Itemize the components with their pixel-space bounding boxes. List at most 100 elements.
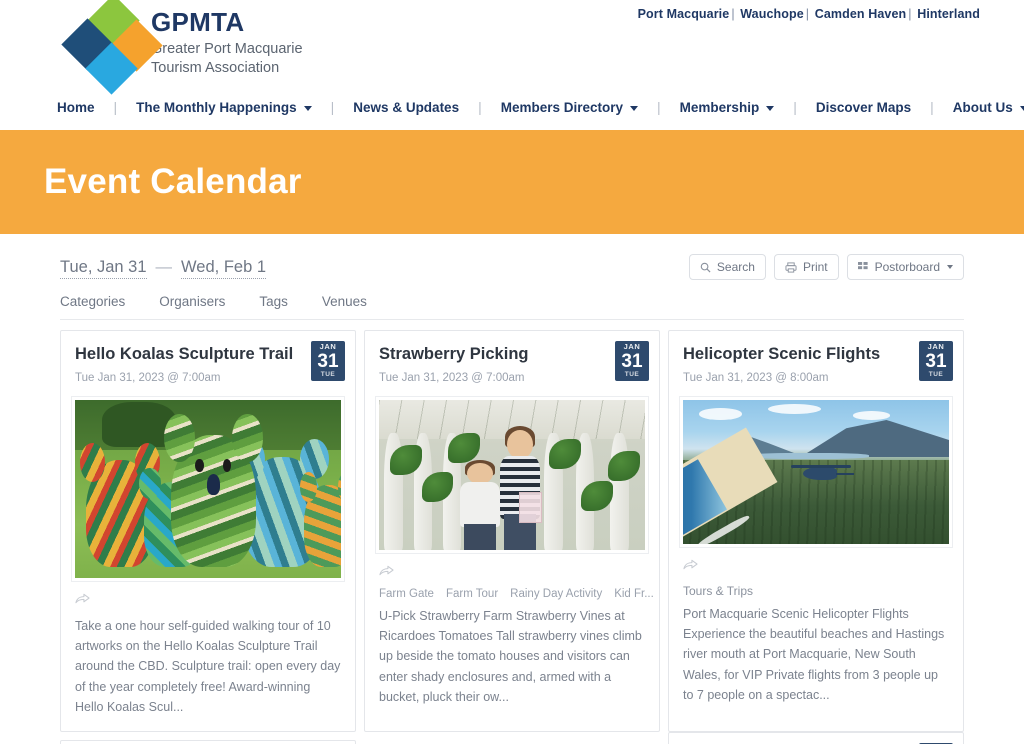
event-card[interactable]: Helicopter Scenic Flights Tue Jan 31, 20… — [668, 330, 964, 733]
toolbar-buttons: Search Print Postorboard — [688, 254, 964, 280]
cloud — [768, 404, 822, 415]
cloud — [853, 411, 891, 420]
nav-label-home: Home — [57, 99, 95, 115]
strawberry-foliage — [448, 432, 481, 463]
koala-sculpture-5 — [299, 472, 341, 568]
chevron-down-icon — [630, 105, 639, 111]
search-icon — [700, 262, 711, 273]
page-title: Event Calendar — [44, 162, 302, 201]
logo-subtitle: Greater Port Macquarie Tourism Associati… — [151, 40, 303, 78]
date-range-end[interactable]: Wed, Feb 1 — [181, 257, 267, 279]
event-tag[interactable]: Kid Fr... — [614, 588, 654, 600]
event-image[interactable] — [71, 395, 345, 582]
logo-subtitle-line2: Tourism Association — [151, 60, 280, 77]
event-tag[interactable]: Rainy Day Activity — [510, 588, 602, 600]
chevron-down-icon — [1019, 105, 1024, 111]
nav-label-membership: Membership — [679, 99, 760, 115]
river-mouth — [746, 453, 870, 459]
event-title[interactable]: Strawberry Picking — [379, 345, 603, 365]
share-icon[interactable] — [683, 558, 698, 575]
date-range: Tue, Jan 31 — Wed, Feb 1 — [60, 257, 267, 279]
calendar-toolbar: Tue, Jan 31 — Wed, Feb 1 Search Print Post… — [60, 234, 964, 280]
koala-nose — [206, 474, 221, 495]
event-datetime: Tue Jan 31, 2023 @ 7:00am — [379, 371, 525, 384]
badge-month: JAN — [927, 342, 945, 351]
event-card-header: Strawberry Picking Tue Jan 31, 2023 @ 7:… — [365, 331, 659, 396]
event-category[interactable]: Tours & Trips — [669, 576, 963, 598]
event-image[interactable] — [679, 395, 953, 548]
event-card[interactable]: Meet the Koalas Tue Jan 31, 2023 @ 8:30a… — [668, 732, 964, 744]
filter-tab-organisers[interactable]: Organisers — [159, 294, 247, 309]
search-button[interactable]: Search — [688, 254, 766, 280]
share-icon[interactable] — [379, 564, 394, 581]
event-title[interactable]: Helicopter Scenic Flights — [683, 345, 907, 365]
share-row — [669, 548, 963, 576]
filter-tab-tags[interactable]: Tags — [259, 294, 310, 309]
site-logo[interactable]: GPMTA Greater Port Macquarie Tourism Ass… — [55, 0, 1024, 95]
event-card[interactable]: Hello Koalas Sculpture Trail Tue Jan 31,… — [60, 330, 356, 733]
nav-label-news-updates: News & Updates — [353, 99, 460, 115]
nav-divider-6: | — [930, 99, 934, 115]
nav-label-discover-maps: Discover Maps — [815, 99, 912, 115]
share-icon[interactable] — [75, 592, 90, 609]
nav-item-membership[interactable]: Membership — [678, 100, 777, 115]
calendar-container: Tue, Jan 31 — Wed, Feb 1 Search Print Post… — [0, 234, 1024, 744]
koala-sculpture-3 — [163, 414, 263, 568]
date-range-dash: — — [155, 257, 173, 276]
event-datetime: Tue Jan 31, 2023 @ 7:00am — [75, 371, 221, 384]
postorboard-view-button[interactable]: Postorboard — [846, 254, 964, 280]
nav-divider-1: | — [113, 99, 118, 115]
nav-item-home[interactable]: Home — [55, 100, 97, 115]
badge-month: JAN — [623, 342, 641, 351]
event-card-header: Hello Koalas Sculpture Trail Tue Jan 31,… — [61, 331, 355, 396]
event-card-header: Meet the Koalas Tue Jan 31, 2023 @ 8:30a… — [669, 733, 963, 744]
filter-tab-categories[interactable]: Categories — [60, 294, 147, 309]
koala-face — [195, 459, 232, 504]
date-range-start[interactable]: Tue, Jan 31 — [60, 257, 147, 279]
nav-divider-2: | — [330, 99, 335, 115]
badge-day: 31 — [621, 350, 643, 372]
event-card[interactable]: Beach to Bush Trike Tours JAN 31 TUE — [60, 740, 356, 744]
postorboard-button-label: Postorboard — [874, 260, 940, 274]
event-tag[interactable]: Farm Tour — [446, 588, 498, 600]
badge-month: JAN — [319, 342, 337, 351]
logo-acronym: GPMTA — [151, 7, 245, 38]
event-datetime: Tue Jan 31, 2023 @ 8:00am — [683, 371, 829, 384]
event-card[interactable]: Strawberry Picking Tue Jan 31, 2023 @ 7:… — [364, 330, 660, 733]
event-description: Take a one hour self-guided walking tour… — [75, 618, 341, 714]
strawberry-bucket — [518, 492, 543, 524]
share-row — [61, 582, 355, 610]
nav-item-discover-maps[interactable]: Discover Maps — [814, 100, 913, 115]
logo-text: GPMTA Greater Port Macquarie Tourism Ass… — [151, 7, 303, 78]
chevron-down-icon — [303, 105, 312, 111]
badge-weekday: TUE — [320, 371, 336, 379]
nav-item-the-monthly-happenings[interactable]: The Monthly Happenings — [134, 100, 314, 115]
badge-day: 31 — [925, 350, 947, 372]
main-navigation: Home | The Monthly Happenings | News & U… — [0, 84, 1024, 130]
koala-eye-right — [223, 459, 232, 472]
print-button[interactable]: Print — [773, 254, 839, 280]
event-tags: Farm Gate Farm Tour Rainy Day Activity Kid … — [365, 582, 659, 600]
koala-eye-left — [195, 459, 204, 472]
chevron-down-icon — [947, 265, 953, 269]
person-legs — [464, 523, 496, 550]
grid-icon — [857, 261, 869, 273]
aerial-coast-helicopter-photo — [683, 399, 949, 544]
event-tag[interactable]: Farm Gate — [379, 588, 434, 600]
nav-item-news-updates[interactable]: News & Updates — [351, 100, 461, 115]
event-title[interactable]: Hello Koalas Sculpture Trail — [75, 345, 299, 365]
cloud — [698, 408, 742, 420]
nav-label-about-us: About Us — [952, 99, 1013, 115]
filter-tab-venues[interactable]: Venues — [322, 294, 389, 309]
event-image[interactable] — [375, 395, 649, 554]
nav-item-about-us[interactable]: About Us — [951, 100, 1024, 115]
farm-visitor-foreground — [493, 426, 546, 550]
event-date-badge: JAN 31 TUE — [919, 341, 953, 381]
strawberry-foliage — [581, 480, 614, 511]
koala-sculptures-photo — [75, 399, 341, 578]
gpmta-logo-icon — [55, 0, 163, 95]
nav-label-members-directory: Members Directory — [500, 99, 624, 115]
event-description: Port Macquarie Scenic Helicopter Flights… — [683, 606, 945, 702]
nav-item-members-directory[interactable]: Members Directory — [499, 100, 640, 115]
event-description: U-Pick Strawberry Farm Strawberry Vines … — [379, 608, 642, 704]
